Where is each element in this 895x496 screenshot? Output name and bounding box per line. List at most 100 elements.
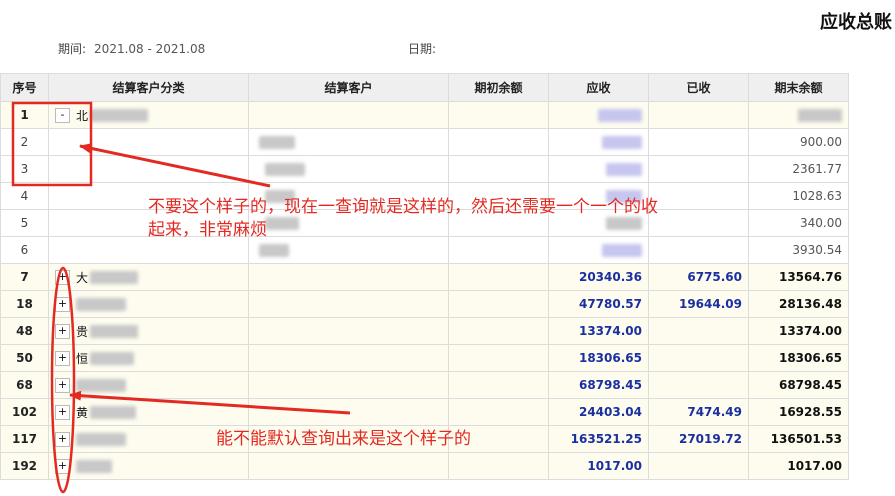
expand-toggle[interactable]: +: [55, 323, 70, 339]
redacted-text: [76, 378, 126, 392]
row-opening: [448, 452, 549, 480]
row-closing: 68798.45: [748, 371, 849, 399]
table-row[interactable]: 68 + 68798.45 68798.45: [0, 371, 849, 399]
row-customer: [248, 317, 449, 345]
category-initial: 大: [76, 270, 89, 285]
row-category: +: [48, 290, 249, 318]
row-opening: [448, 155, 549, 183]
row-receivable: 68798.45: [548, 371, 649, 399]
col-customer[interactable]: 结算客户: [248, 73, 449, 102]
row-customer: [248, 290, 449, 318]
row-category: -北: [48, 101, 249, 129]
row-seq: 48: [0, 317, 49, 345]
collapse-toggle[interactable]: -: [55, 107, 70, 123]
row-customer: [248, 155, 449, 183]
annotation-note-1: 不要这个样子的，现在一查询就是这样的，然后还需要一个一个的收 起来，非常麻烦: [148, 196, 658, 242]
row-closing: 13564.76: [748, 263, 849, 291]
row-closing: 136501.53: [748, 425, 849, 453]
row-receivable: 13374.00: [548, 317, 649, 345]
row-closing: 2361.77: [748, 155, 849, 183]
row-category: + 黄: [48, 398, 249, 426]
row-category: + 恒: [48, 344, 249, 372]
col-receivable[interactable]: 应收: [548, 73, 649, 102]
row-opening: [448, 263, 549, 291]
annotation-note-1-line-1: 不要这个样子的，现在一查询就是这样的，然后还需要一个一个的收: [148, 197, 658, 217]
row-closing: 1017.00: [748, 452, 849, 480]
redacted-text: [606, 163, 642, 176]
report-title: 应收总账: [820, 12, 892, 33]
annotation-note-2: 能不能默认查询出来是这个样子的: [216, 429, 471, 449]
expand-toggle[interactable]: +: [55, 269, 70, 285]
category-initial: 黄: [76, 405, 89, 420]
row-opening: [448, 128, 549, 156]
redacted-text: [598, 109, 642, 122]
row-category: + 大: [48, 263, 249, 291]
row-received: 6775.60: [648, 263, 749, 291]
category-initial: 贵: [76, 324, 89, 339]
expand-toggle[interactable]: +: [55, 431, 70, 447]
row-category: +: [48, 452, 249, 480]
redacted-text: [90, 108, 149, 122]
row-closing: 340.00: [748, 209, 849, 237]
row-customer: [248, 344, 449, 372]
row-opening: [448, 290, 549, 318]
row-received: [648, 236, 749, 264]
expand-toggle[interactable]: +: [55, 350, 70, 366]
row-seq: 4: [0, 182, 49, 210]
redacted-text: [90, 405, 137, 419]
row-seq: 2: [0, 128, 49, 156]
row-closing: 3930.54: [748, 236, 849, 264]
row-category: +: [48, 371, 249, 399]
row-customer: [248, 452, 449, 480]
table-row[interactable]: 102 + 黄 24403.04 7474.49 16928.55: [0, 398, 849, 426]
row-opening: [448, 344, 549, 372]
table-row[interactable]: 18 + 47780.57 19644.09 28136.48: [0, 290, 849, 318]
col-customer-category[interactable]: 结算客户分类: [48, 73, 249, 102]
row-seq: 18: [0, 290, 49, 318]
row-seq: 50: [0, 344, 49, 372]
row-seq: 68: [0, 371, 49, 399]
row-seq: 5: [0, 209, 49, 237]
redacted-text: [259, 136, 295, 149]
row-received: [648, 371, 749, 399]
row-opening: [448, 371, 549, 399]
col-received[interactable]: 已收: [648, 73, 749, 102]
row-category: + 贵: [48, 317, 249, 345]
col-opening-balance[interactable]: 期初余额: [448, 73, 549, 102]
ledger-table: 序号 结算客户分类 结算客户 期初余额 应收 已收 期末余额 1 -北 2 90…: [0, 73, 849, 480]
category-initial: 北: [76, 108, 89, 123]
table-row[interactable]: 192 + 1017.00 1017.00: [0, 452, 849, 480]
row-received: 27019.72: [648, 425, 749, 453]
table-row[interactable]: 3 2361.77: [0, 155, 849, 183]
expand-toggle[interactable]: +: [55, 377, 70, 393]
row-seq: 1: [0, 101, 49, 129]
redacted-text: [602, 136, 642, 149]
row-receivable: [548, 155, 649, 183]
expand-toggle[interactable]: +: [55, 458, 70, 474]
period-value: 2021.08 - 2021.08: [94, 42, 206, 56]
redacted-text: [76, 297, 126, 311]
row-receivable: 163521.25: [548, 425, 649, 453]
table-row[interactable]: 48 + 贵 13374.00 13374.00: [0, 317, 849, 345]
row-customer: [248, 101, 449, 129]
row-receivable: 1017.00: [548, 452, 649, 480]
row-seq: 6: [0, 236, 49, 264]
row-seq: 7: [0, 263, 49, 291]
row-closing: 1028.63: [748, 182, 849, 210]
row-received: [648, 317, 749, 345]
expand-toggle[interactable]: +: [55, 404, 70, 420]
row-closing: [748, 101, 849, 129]
redacted-text: [90, 351, 135, 365]
redacted-text: [265, 163, 305, 176]
expand-toggle[interactable]: +: [55, 296, 70, 312]
row-received: [648, 155, 749, 183]
table-row[interactable]: 1 -北: [0, 101, 849, 129]
table-row[interactable]: 7 + 大 20340.36 6775.60 13564.76: [0, 263, 849, 291]
row-received: [648, 128, 749, 156]
redacted-text: [602, 244, 642, 257]
row-seq: 117: [0, 425, 49, 453]
col-seq[interactable]: 序号: [0, 73, 49, 102]
col-closing-balance[interactable]: 期末余额: [748, 73, 849, 102]
table-row[interactable]: 50 + 恒 18306.65 18306.65: [0, 344, 849, 372]
table-row[interactable]: 2 900.00: [0, 128, 849, 156]
